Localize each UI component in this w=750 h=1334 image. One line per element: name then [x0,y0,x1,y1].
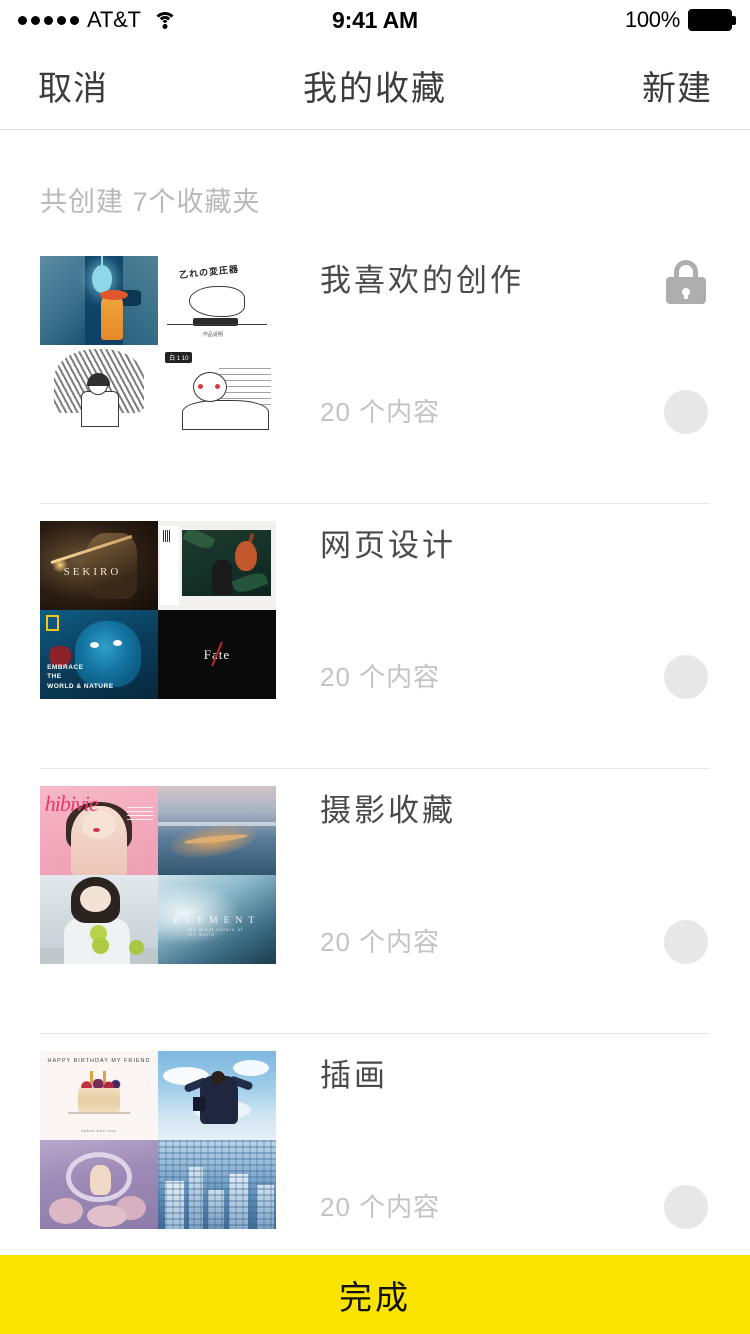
thumbnail-throne-boy-sketch [40,345,158,434]
manga-tag-text: 白 1 10 [165,352,193,364]
folder-count-summary: 共创建 7个收藏夹 [40,187,261,217]
sketch-caption-text: 作品说明 [202,331,223,338]
new-folder-button[interactable]: 新建 [642,40,712,130]
thumbnail-sekiro-game-art: SEKIRO [40,521,158,610]
sekiro-logo-text: SEKIRO [63,565,122,578]
battery-percent-label: 100% [624,7,680,32]
favorites-screen: AT&T 9:41 AM 100% 取消 我的收藏 新建 共创建 7个收藏夹 乙… [0,0,750,1334]
sketch-title-text: 乙れの変圧器 [178,263,240,280]
thumbnail-birthday-cake-illustration: HAPPY BIRTHDAY MY FRIEND baked with love [40,1051,158,1140]
favorites-list: 乙れの変圧器 作品说明 白 1 10 我喜欢的创作 20 个内容 SEKIRO … [0,240,750,1300]
list-item[interactable]: 乙れの変圧器 作品说明 白 1 10 我喜欢的创作 20 个内容 [0,240,750,505]
folder-thumbnail-grid: HAPPY BIRTHDAY MY FRIEND baked with love [40,1051,276,1229]
list-item[interactable]: hibivie ELEMENT the great nature of the … [0,770,750,1035]
list-item[interactable]: SEKIRO EMBRACE THE WORLD & NATURE 网页设计 2… [0,505,750,770]
folder-name: 网页设计 [320,528,456,563]
row-separator [40,768,710,769]
element-subtitle-text: the great nature of the world [187,926,244,937]
thumbnail-japanese-sketch-cover: 乙れの変圧器 作品说明 [158,256,276,345]
folder-name: 摄影收藏 [320,793,456,828]
folder-thumbnail-grid: hibivie ELEMENT the great nature of the … [40,786,276,964]
pink-magazine-title-text: hibivie [44,791,99,817]
select-circle-icon[interactable] [664,655,708,699]
cake-footer-text: baked with love [81,1127,117,1133]
status-bar: AT&T 9:41 AM 100% [0,0,750,40]
thumbnail-natgeo-blue-face: EMBRACE THE WORLD & NATURE [40,610,158,699]
thumbnail-anime-sky-girl [158,1051,276,1140]
cake-header-text: HAPPY BIRTHDAY MY FRIEND [47,1058,151,1065]
select-circle-icon[interactable] [664,1185,708,1229]
folder-thumbnail-grid: SEKIRO EMBRACE THE WORLD & NATURE [40,521,276,699]
navigation-bar: 取消 我的收藏 新建 [0,40,750,130]
folder-item-count: 20 个内容 [320,397,441,427]
select-circle-icon[interactable] [664,390,708,434]
thumbnail-guitar-jungle-magazine [158,521,276,610]
thumbnail-aerial-beach-photo [158,786,276,875]
done-button[interactable]: 完成 [0,1255,750,1334]
thumbnail-manga-sketch-notes: 白 1 10 [158,345,276,434]
status-bar-right: 100% [625,0,736,40]
folder-item-count: 20 个内容 [320,927,441,957]
natgeo-caption-text: EMBRACE THE WORLD & NATURE [47,663,114,691]
thumbnail-purple-fantasy-illustration [40,1140,158,1229]
folder-thumbnail-grid: 乙れの変圧器 作品说明 白 1 10 [40,256,276,434]
thumbnail-girl-with-fruit-photo [40,875,158,964]
thumbnail-dark-blue-cave-illustration [40,256,158,345]
thumbnail-element-ocean-photo: ELEMENT the great nature of the world [158,875,276,964]
fate-logo-text: Fate [204,641,230,666]
element-title-text: ELEMENT [173,916,261,927]
row-separator [40,1033,710,1034]
thumbnail-pink-magazine-cover: hibivie [40,786,158,875]
thumbnail-blue-cityscape-illustration [158,1140,276,1229]
select-circle-icon[interactable] [664,920,708,964]
folder-name: 插画 [320,1058,388,1093]
row-separator [40,503,710,504]
folder-item-count: 20 个内容 [320,662,441,692]
folder-name: 我喜欢的创作 [320,263,524,298]
folder-item-count: 20 个内容 [320,1192,441,1222]
battery-full-icon [688,9,736,31]
page-title: 我的收藏 [303,69,447,108]
done-button-label: 完成 [339,1278,411,1316]
thumbnail-fate-zero-poster: Fate [158,610,276,699]
lock-icon [664,260,708,304]
